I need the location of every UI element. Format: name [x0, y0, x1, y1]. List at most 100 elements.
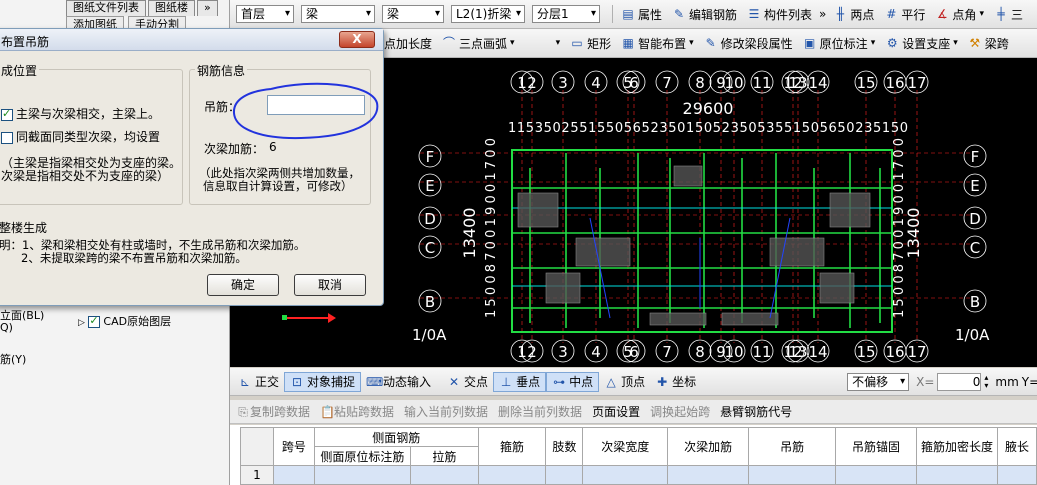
table-cell[interactable]	[313, 465, 412, 485]
properties-button[interactable]: ▤ 属性	[616, 0, 667, 28]
set-support-button[interactable]: ⚙ 设置支座 ▾	[880, 29, 963, 57]
paste-span-button[interactable]: 📋粘贴跨数据	[320, 403, 394, 420]
table-cell[interactable]	[545, 465, 584, 485]
rectangle-button[interactable]: ▭ 矩形	[565, 29, 616, 57]
type-select-1[interactable]: 梁	[301, 5, 375, 23]
total-height-label: 13400	[460, 208, 479, 259]
toolbar-more[interactable]: »	[817, 0, 828, 28]
intersection-toggle[interactable]: ✕ 交点	[442, 368, 493, 395]
origin-label-icon: ▣	[804, 36, 816, 50]
cad-layer-label: CAD原始图层	[103, 315, 172, 328]
object-snap-label: 对象捕捉	[307, 375, 356, 389]
same-section-checkbox[interactable]	[1, 131, 13, 144]
perpendicular-icon: ⊥	[500, 374, 512, 389]
origin-label-button[interactable]: ▣ 原位标注 ▾	[798, 29, 881, 57]
layer-select[interactable]: 分层1	[532, 5, 600, 23]
coordinate-label: 坐标	[672, 375, 697, 389]
modify-segment-button[interactable]: ✎ 修改梁段属性	[699, 29, 798, 57]
table-cell[interactable]	[834, 465, 918, 485]
table-cell[interactable]	[667, 465, 750, 485]
secondary-note-2: 信息取自计算设置，可修改）	[203, 179, 353, 193]
expand-icon[interactable]: ▷	[78, 318, 85, 328]
vertex-icon: △	[606, 374, 616, 389]
tab-drawing-files[interactable]: 图纸文件列表	[66, 0, 146, 16]
element-select[interactable]: L2(1)折梁	[451, 5, 525, 23]
main-secondary-checkbox[interactable]	[1, 107, 13, 121]
hatch-area	[673, 165, 703, 187]
midpoint-icon: ⊶	[553, 374, 566, 389]
properties-icon: ▤	[622, 7, 634, 21]
axis-label: 17	[907, 343, 926, 361]
close-button[interactable]: X	[339, 31, 375, 48]
tab-scroll[interactable]: »	[197, 0, 218, 16]
modify-icon: ✎	[705, 36, 716, 50]
support-icon: ⚙	[886, 36, 898, 50]
tree-item-rebar[interactable]: 筋(Y)	[0, 351, 26, 367]
parallel-button[interactable]: # 平行	[879, 0, 930, 28]
page-setup-button[interactable]: 页面设置	[592, 403, 640, 420]
table-toolbar: ⎘ 复制跨数据 📋粘贴跨数据 输入当前列数据 删除当前列数据 页面设置 调换起始跨…	[230, 400, 1037, 424]
dialog-titlebar[interactable]: 布置吊筋 X	[0, 29, 383, 51]
copy-span-button[interactable]: ⎘ 复制跨数据	[236, 403, 310, 420]
cancel-button[interactable]: 取消	[294, 274, 366, 296]
swap-start-button[interactable]: 调换起始跨	[650, 403, 710, 420]
tab-drawing-floors[interactable]: 图纸楼	[148, 0, 195, 16]
extend-label: 点加长度	[384, 36, 433, 51]
smart-layout-icon: ▦	[622, 36, 634, 50]
cad-layer-checkbox[interactable]	[88, 314, 101, 328]
beam-span-button[interactable]: ⚒ 梁跨	[963, 29, 1014, 57]
ok-button[interactable]: 确定	[207, 274, 279, 296]
smart-layout-button[interactable]: ▦ 智能布置 ▾	[616, 29, 699, 57]
axis-label: 13	[788, 74, 807, 92]
component-list-button[interactable]: ☰ 构件列表	[742, 0, 817, 28]
option-same-section[interactable]: 同截面同类型次梁，均设置	[1, 128, 160, 145]
vertex-toggle[interactable]: △ 顶点	[599, 368, 650, 395]
table-cell[interactable]	[582, 465, 669, 485]
input-column-button[interactable]: 输入当前列数据	[404, 403, 488, 420]
rect-dropdown[interactable]: ▾	[520, 29, 566, 57]
midpoint-toggle[interactable]: ⊶ 中点	[546, 371, 600, 392]
point-angle-button[interactable]: ∡ 点角 ▾	[930, 0, 989, 28]
ortho-icon: ⊾	[239, 374, 251, 389]
header-hanger: 吊筋	[748, 427, 836, 466]
three-button[interactable]: ╪ 三	[989, 0, 1028, 28]
main-toolbar: 首层 梁 梁 L2(1)折梁 分层1 ▤ 属性 ✎ 编辑钢筋 ☰ 构件列表 » ╫ 两点…	[230, 0, 1037, 29]
perpendicular-toggle[interactable]: ⊥ 垂点	[493, 371, 547, 392]
x-spinner[interactable]: ▴ ▾	[984, 373, 992, 390]
beam-span-label: 梁跨	[984, 36, 1009, 51]
table-row[interactable]: 1	[240, 465, 1037, 485]
header-secondary-width: 次梁宽度	[582, 427, 669, 466]
dynamic-input-toggle[interactable]: ⌨ 动态输入	[361, 368, 436, 395]
axis-label: F	[426, 148, 435, 166]
tree-item-cad-layer[interactable]: ▷ CAD原始图层	[78, 313, 171, 329]
table-cell[interactable]	[997, 465, 1037, 485]
three-icon: ╪	[997, 7, 1005, 21]
table-cell[interactable]	[748, 465, 836, 485]
ucs-arrowhead	[328, 313, 336, 323]
floor-select[interactable]: 首层	[236, 5, 294, 23]
object-snap-toggle[interactable]: ⊡ 对象捕捉	[284, 371, 362, 392]
list-icon: ☰	[748, 7, 760, 21]
ortho-toggle[interactable]: ⊾ 正交	[230, 368, 284, 395]
perpendicular-label: 垂点	[516, 375, 541, 389]
table-cell[interactable]	[410, 465, 479, 485]
rectangle-label: 矩形	[587, 36, 612, 51]
edit-rebar-button[interactable]: ✎ 编辑钢筋	[667, 0, 742, 28]
type-select-2[interactable]: 梁	[382, 5, 444, 23]
axis-label-1-0a-left: 1/0A	[412, 326, 447, 344]
tree-item-q[interactable]: Q)	[0, 321, 13, 334]
delete-column-button[interactable]: 删除当前列数据	[498, 403, 582, 420]
arc-button[interactable]: ⌒ 三点画弧 ▾	[437, 29, 520, 57]
table-cell[interactable]	[477, 465, 547, 485]
option-main-secondary[interactable]: 主梁与次梁相交，主梁上。	[1, 105, 160, 122]
x-input[interactable]	[937, 372, 982, 391]
offset-select[interactable]: 不偏移	[847, 372, 910, 391]
three-label: 三	[1010, 7, 1023, 22]
intersection-icon: ✕	[449, 374, 460, 389]
two-point-button[interactable]: ╫ 两点	[828, 0, 879, 28]
coordinate-toggle[interactable]: ✚ 坐标	[650, 368, 701, 395]
table-cell[interactable]	[272, 465, 315, 485]
hatch-area	[649, 312, 707, 326]
cantilever-code-button[interactable]: 悬臂钢筋代号	[720, 403, 792, 420]
table-cell[interactable]	[916, 465, 999, 485]
